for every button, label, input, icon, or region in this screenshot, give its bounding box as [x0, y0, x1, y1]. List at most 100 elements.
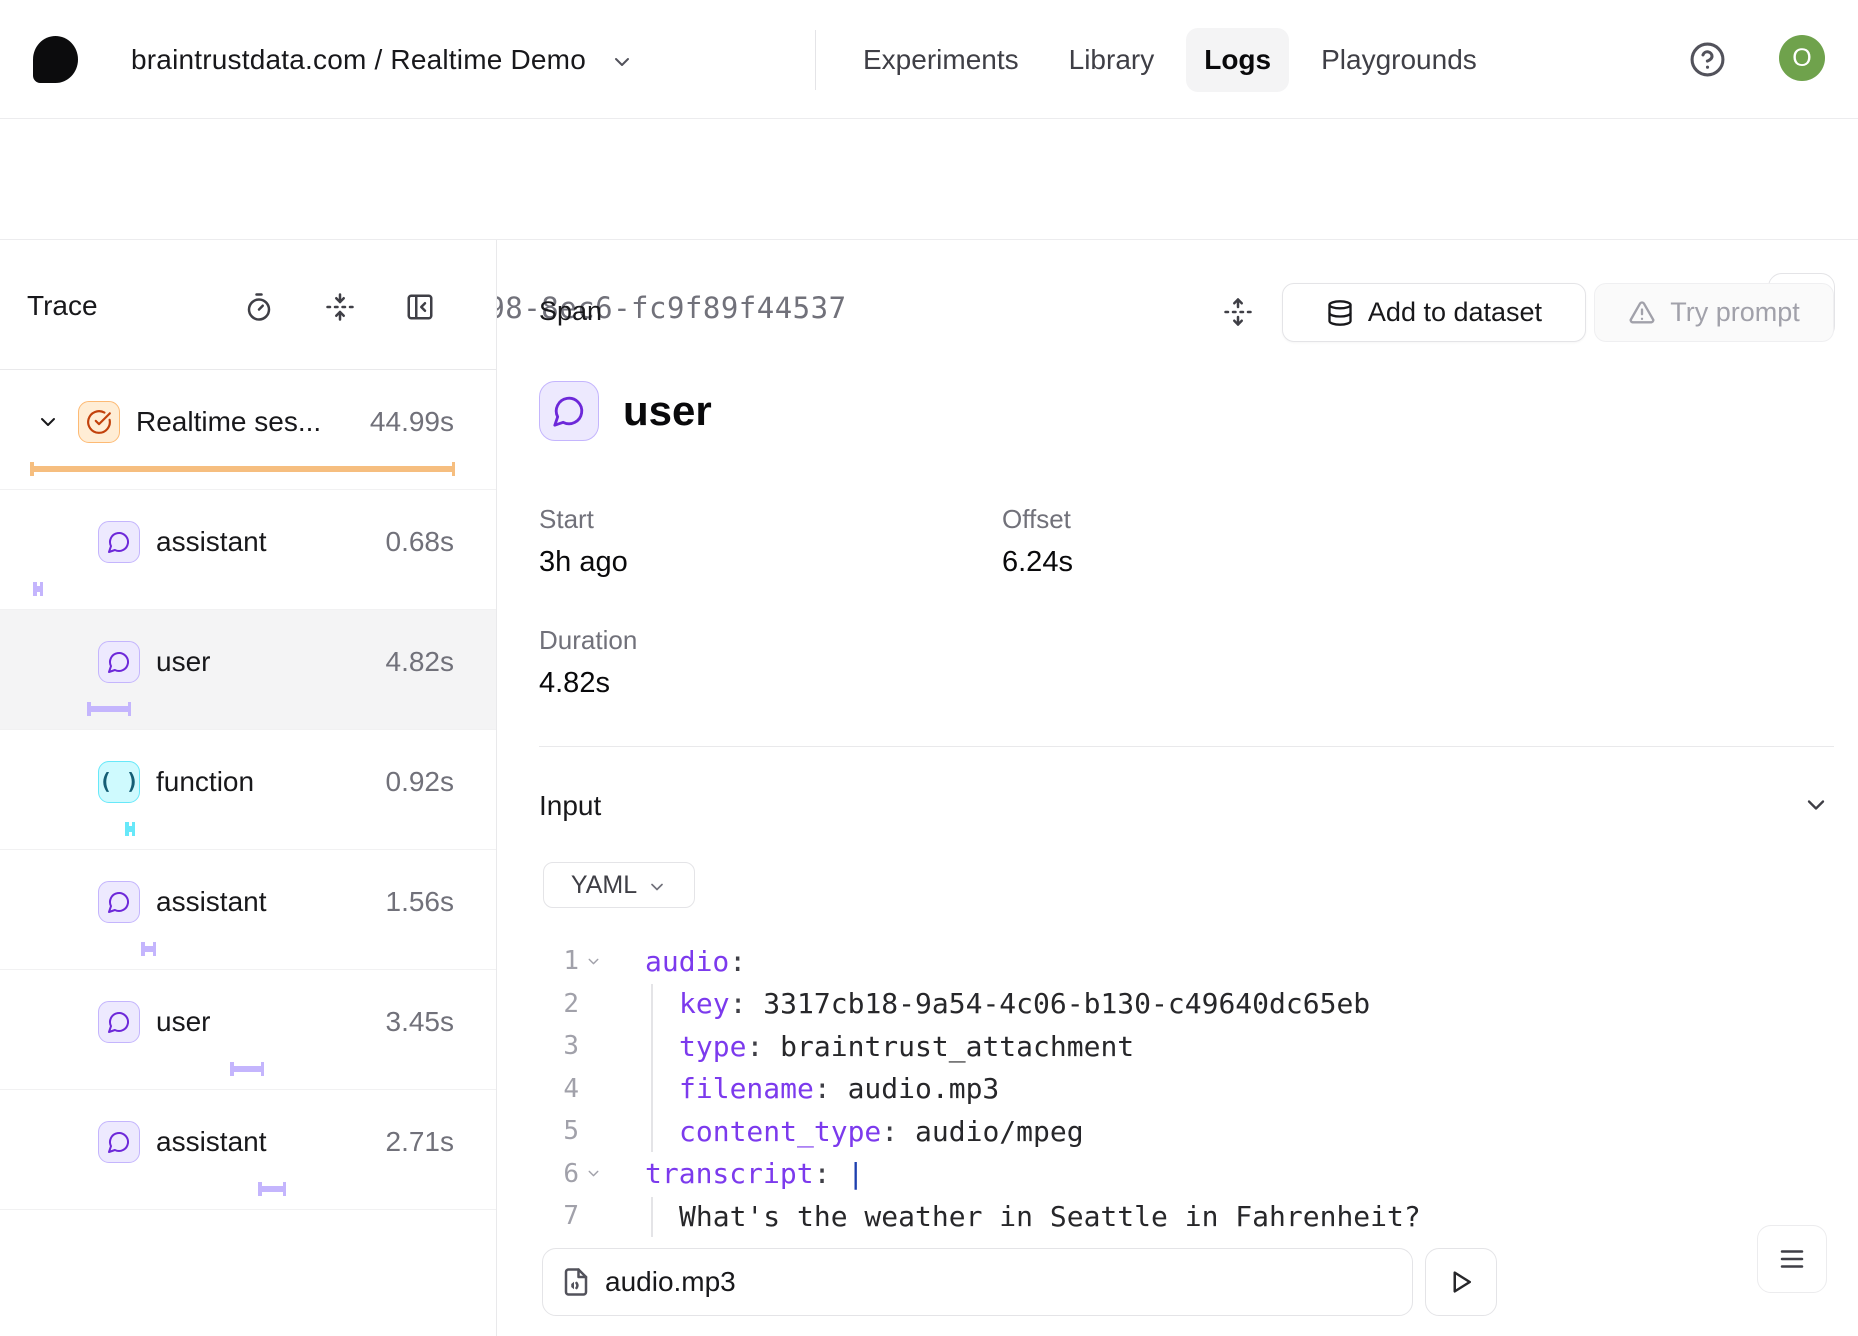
chat-bubble-icon: [98, 641, 140, 683]
span-name: assistant: [156, 1126, 267, 1158]
function-parens-icon: ( ): [98, 761, 140, 803]
breadcrumb-label: braintrustdata.com / Realtime Demo: [131, 44, 586, 76]
fold-chevron-icon[interactable]: [579, 1165, 607, 1182]
code-line: 6 transcript: |: [539, 1153, 1421, 1196]
indent-guide: [651, 1197, 653, 1237]
hamburger-icon: [1777, 1244, 1807, 1274]
trace-toolbar: 9e08fc2d-c84d-4f98-8ec6-fc9f89f44537: [0, 119, 1858, 240]
duration-value: 4.82s: [539, 667, 610, 700]
trace-row-function[interactable]: ( ) function 0.92s: [0, 730, 496, 850]
avatar[interactable]: O: [1779, 35, 1825, 81]
span-name: assistant: [156, 886, 267, 918]
span-title: user: [623, 387, 712, 435]
trace-sidebar: Trace Realtime ses... 44.99s: [0, 240, 497, 1336]
span-duration: 3.45s: [386, 1006, 455, 1038]
audio-file-icon: [561, 1267, 591, 1297]
chevron-down-icon: [610, 50, 634, 74]
line-number: 4: [539, 1074, 579, 1104]
chat-bubble-icon: [98, 881, 140, 923]
code-line: 3 type: braintrust_attachment: [539, 1025, 1421, 1068]
chat-bubble-icon: [98, 1001, 140, 1043]
span-duration: 4.82s: [386, 646, 455, 678]
yaml-code-block: 1 audio: 2 key: 3317cb18-9a54-4c06-b130-…: [539, 940, 1421, 1238]
braintrust-logo-icon[interactable]: [33, 36, 78, 83]
code-line: 2 key: 3317cb18-9a54-4c06-b130-c49640dc6…: [539, 983, 1421, 1026]
play-button[interactable]: [1425, 1248, 1497, 1316]
unfold-vertical-icon[interactable]: [1223, 297, 1253, 327]
section-divider: [539, 746, 1834, 747]
line-number: 3: [539, 1031, 579, 1061]
database-icon: [1326, 299, 1354, 327]
fold-chevron-icon[interactable]: [579, 953, 607, 970]
play-icon: [1446, 1267, 1476, 1297]
header-divider: [815, 30, 816, 90]
code-line: 4 filename: audio.mp3: [539, 1068, 1421, 1111]
offset-label: Offset: [1002, 504, 1071, 535]
span-duration: 0.92s: [386, 766, 455, 798]
span-panel-title: Span: [539, 296, 602, 327]
trace-row-session[interactable]: Realtime ses... 44.99s: [0, 370, 496, 490]
start-value: 3h ago: [539, 546, 628, 579]
span-duration: 2.71s: [386, 1126, 455, 1158]
span-duration: 44.99s: [370, 406, 454, 438]
duration-label: Duration: [539, 625, 637, 656]
span-duration: 0.68s: [386, 526, 455, 558]
code-line: 1 audio:: [539, 940, 1421, 983]
span-name: Realtime ses...: [136, 406, 321, 438]
help-icon[interactable]: [1689, 41, 1726, 78]
trace-row-assistant[interactable]: assistant 0.68s: [0, 490, 496, 610]
breadcrumb[interactable]: braintrustdata.com / Realtime Demo: [131, 44, 634, 76]
top-nav-bar: braintrustdata.com / Realtime Demo Exper…: [0, 0, 1858, 119]
span-title-row: user: [539, 381, 712, 441]
span-name: function: [156, 766, 254, 798]
fold-vertical-icon[interactable]: [325, 292, 355, 322]
code-line: 7 What's the weather in Seattle in Fahre…: [539, 1195, 1421, 1238]
line-number: 2: [539, 989, 579, 1019]
app-window: braintrustdata.com / Realtime Demo Exper…: [0, 0, 1858, 1336]
span-duration: 1.56s: [386, 886, 455, 918]
menu-button[interactable]: [1757, 1225, 1827, 1293]
stopwatch-icon[interactable]: [244, 292, 274, 322]
trace-row-user[interactable]: user 3.45s: [0, 970, 496, 1090]
try-prompt-label: Try prompt: [1670, 297, 1800, 328]
trace-row-user-selected[interactable]: user 4.82s: [0, 610, 496, 730]
chevron-down-icon: [647, 877, 667, 897]
timeline-bar: [258, 1186, 286, 1192]
chevron-down-icon[interactable]: [1802, 791, 1830, 819]
timeline-bar: [125, 826, 135, 832]
timeline-bar: [30, 466, 455, 472]
span-panel: Span Add to dataset Try prompt user Star…: [497, 240, 1858, 1336]
trace-title: Trace: [27, 290, 98, 322]
trace-sidebar-header: Trace: [0, 240, 496, 370]
indent-guide: [651, 984, 653, 1152]
line-number: 1: [539, 946, 579, 976]
nav-library[interactable]: Library: [1051, 28, 1173, 92]
input-heading: Input: [539, 790, 601, 822]
nav-experiments[interactable]: Experiments: [845, 28, 1037, 92]
span-name: user: [156, 1006, 210, 1038]
format-value: YAML: [571, 871, 637, 900]
start-label: Start: [539, 504, 594, 535]
add-to-dataset-button[interactable]: Add to dataset: [1282, 283, 1586, 342]
format-select[interactable]: YAML: [543, 862, 695, 908]
audio-attachment[interactable]: audio.mp3: [542, 1248, 1413, 1316]
span-name: assistant: [156, 526, 267, 558]
trace-row-assistant[interactable]: assistant 1.56s: [0, 850, 496, 970]
line-number: 5: [539, 1116, 579, 1146]
panel-left-close-icon[interactable]: [405, 292, 435, 322]
add-to-dataset-label: Add to dataset: [1368, 297, 1542, 328]
chevron-down-icon[interactable]: [36, 410, 60, 434]
nav-playgrounds[interactable]: Playgrounds: [1303, 28, 1495, 92]
timeline-bar: [87, 706, 131, 712]
nav-logs[interactable]: Logs: [1186, 28, 1289, 92]
attachment-filename: audio.mp3: [605, 1266, 736, 1298]
timeline-bar: [141, 946, 156, 952]
check-circle-icon: [78, 401, 120, 443]
warning-triangle-icon: [1628, 299, 1656, 327]
offset-value: 6.24s: [1002, 546, 1073, 579]
try-prompt-button[interactable]: Try prompt: [1594, 283, 1834, 342]
trace-row-assistant[interactable]: assistant 2.71s: [0, 1090, 496, 1210]
line-number: 7: [539, 1201, 579, 1231]
chat-bubble-icon: [539, 381, 599, 441]
span-name: user: [156, 646, 210, 678]
